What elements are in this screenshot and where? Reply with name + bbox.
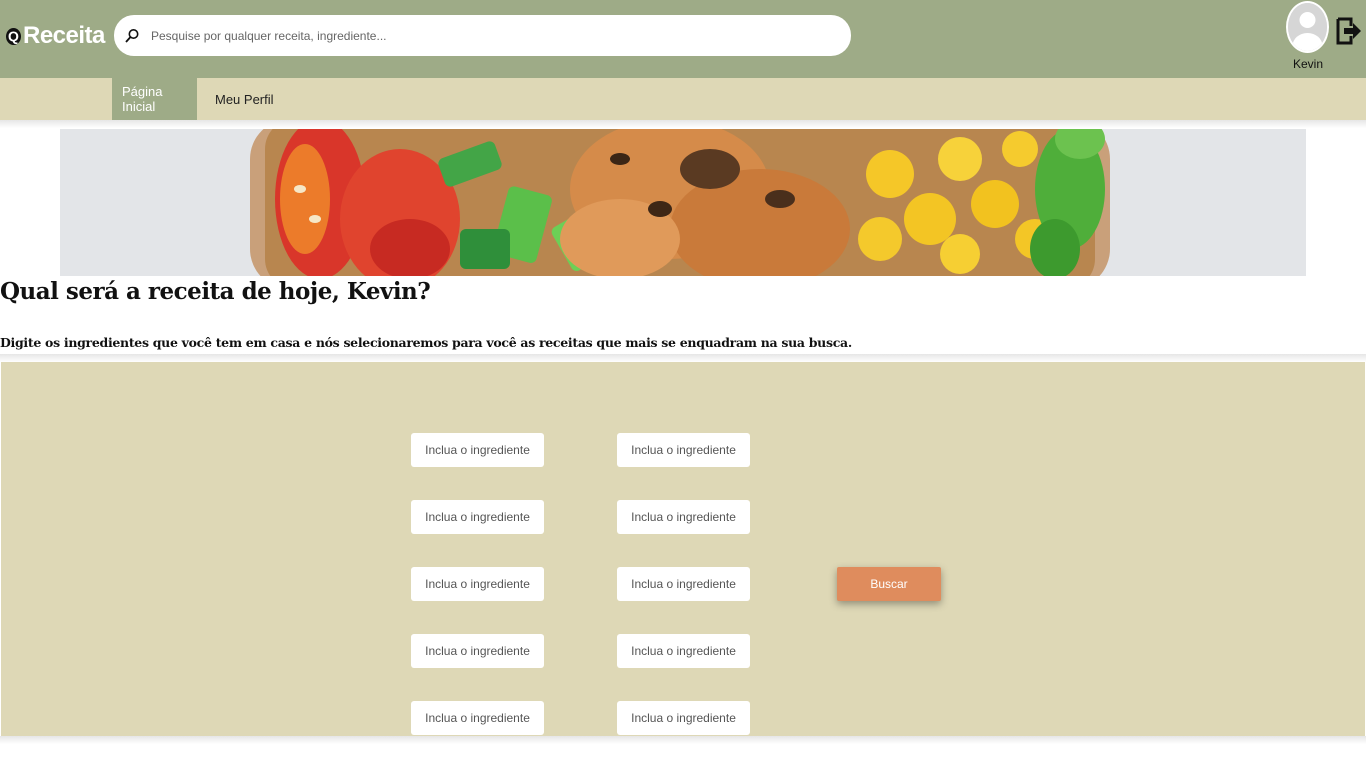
food-banner-image — [60, 129, 1306, 276]
ingredient-input-8[interactable] — [617, 634, 750, 668]
ingredient-input-2[interactable] — [617, 433, 750, 467]
divider — [0, 120, 1366, 128]
search-bar — [114, 15, 851, 56]
app-logo[interactable]: Q Receita — [6, 20, 105, 52]
nav-bar: Página Inicial Meu Perfil — [0, 78, 1366, 120]
ingredient-input-10[interactable] — [617, 701, 750, 735]
ingredient-input-6[interactable] — [617, 567, 750, 601]
logo-mark: Q — [6, 27, 21, 45]
user-name: Kevin — [1292, 57, 1324, 71]
ingredient-input-4[interactable] — [617, 500, 750, 534]
search-input[interactable] — [149, 27, 813, 44]
top-header: Q Receita Kevin — [0, 0, 1366, 78]
page-description: Digite os ingredientes que você tem em c… — [0, 335, 852, 350]
divider — [0, 736, 1366, 744]
tab-pagina-inicial[interactable]: Página Inicial — [112, 78, 197, 120]
search-icon[interactable] — [124, 28, 140, 44]
ingredient-input-9[interactable] — [411, 701, 544, 735]
avatar[interactable] — [1286, 1, 1329, 53]
ingredient-input-1[interactable] — [411, 433, 544, 467]
page-title: Qual será a receita de hoje, Kevin? — [0, 278, 431, 305]
divider — [0, 354, 1366, 362]
tab-meu-perfil[interactable]: Meu Perfil — [205, 78, 284, 120]
search-button[interactable]: Buscar — [837, 567, 941, 601]
logo-text: Receita — [23, 22, 105, 49]
ingredient-input-7[interactable] — [411, 634, 544, 668]
ingredient-panel: Buscar — [1, 362, 1365, 736]
ingredient-input-3[interactable] — [411, 500, 544, 534]
user-icon — [1288, 3, 1327, 51]
logout-icon[interactable] — [1336, 16, 1362, 46]
ingredient-input-5[interactable] — [411, 567, 544, 601]
